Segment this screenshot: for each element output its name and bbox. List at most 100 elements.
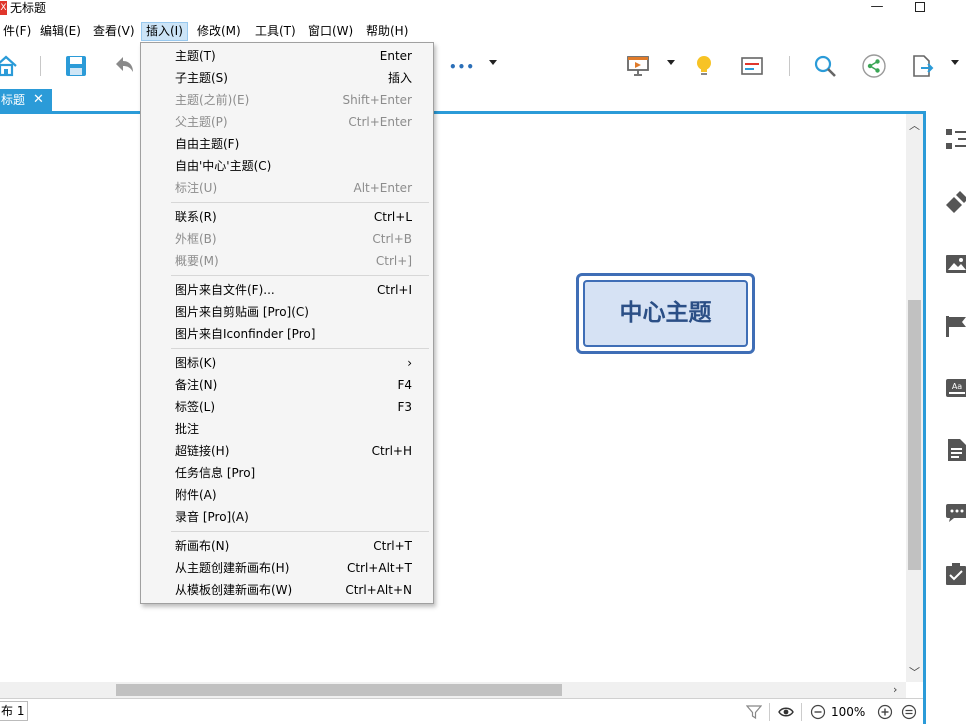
tab-label: 标题 (1, 93, 26, 107)
menu-item-audio-note[interactable]: 录音 [Pro](A) (141, 506, 433, 528)
vertical-scrollbar[interactable]: ︿ ﹀ (906, 114, 923, 682)
zoom-level[interactable]: 100% (831, 703, 865, 721)
menu-item-label: 从模板创建新画布(W) (175, 583, 293, 597)
menu-separator (171, 202, 429, 203)
home-icon[interactable] (0, 54, 18, 78)
search-icon[interactable] (813, 54, 837, 78)
more-dropdown-icon[interactable] (489, 60, 497, 65)
menu-item-parent-topic: 父主题(P) Ctrl+Enter (141, 111, 433, 133)
eye-icon[interactable] (778, 704, 794, 720)
menu-item-comment[interactable]: 批注 (141, 418, 433, 440)
tab-close-icon[interactable]: ✕ (33, 89, 44, 111)
menu-item-image-from-file[interactable]: 图片来自文件(F)... Ctrl+I (141, 279, 433, 301)
menu-item-subtopic[interactable]: 子主题(S) 插入 (141, 67, 433, 89)
menu-separator (171, 275, 429, 276)
menu-item-relationship[interactable]: 联系(R) Ctrl+L (141, 206, 433, 228)
menu-item-shortcut: Shift+Enter (342, 93, 412, 107)
scroll-up-icon[interactable]: ︿ (909, 117, 920, 133)
horizontal-scrollbar[interactable]: › (0, 682, 906, 698)
notes-document-icon[interactable] (946, 439, 966, 461)
menu-item-label: 新画布(N) (175, 539, 230, 553)
sheet-tab[interactable]: 布 1 (0, 701, 28, 721)
menu-item-shortcut: Ctrl+Alt+N (345, 583, 412, 597)
central-topic-label: 中心主题 (583, 280, 748, 347)
presentation-dropdown-icon[interactable] (667, 60, 675, 65)
scroll-right-icon[interactable]: › (893, 682, 897, 698)
outline-view-icon[interactable] (740, 54, 764, 78)
vertical-scroll-thumb[interactable] (908, 300, 921, 570)
menu-item-label: 图片来自Iconfinder [Pro] (175, 327, 316, 341)
menu-window[interactable]: 窗口(W) (304, 22, 357, 41)
menu-file[interactable]: 件(F) (0, 22, 35, 41)
menu-modify[interactable]: 修改(M) (193, 22, 245, 41)
central-topic[interactable]: 中心主题 (576, 273, 755, 354)
menu-item-label: 子主题(S) (175, 71, 228, 85)
scroll-down-icon[interactable]: ﹀ (909, 664, 920, 680)
export-dropdown-icon[interactable] (951, 60, 959, 65)
menu-item-label: 批注 (175, 422, 200, 436)
menu-view[interactable]: 查看(V) (89, 22, 139, 41)
zoom-in-icon[interactable] (877, 704, 893, 720)
export-icon[interactable] (910, 54, 934, 78)
menu-item-hyperlink[interactable]: 超链接(H) Ctrl+H (141, 440, 433, 462)
sticker-label-icon[interactable]: Aa (946, 377, 966, 399)
side-panel: Aa (926, 114, 966, 724)
tab-untitled[interactable]: 标题 ✕ (0, 89, 52, 111)
menu-item-callout: 标注(U) Alt+Enter (141, 177, 433, 199)
app-window: X 无标题 — 件(F) 编辑(E) 查看(V) 插入(I) 修改(M) 工具(… (0, 0, 966, 724)
share-icon[interactable] (862, 54, 886, 78)
menu-item-task-info[interactable]: 任务信息 [Pro] (141, 462, 433, 484)
menu-item-new-sheet[interactable]: 新画布(N) Ctrl+T (141, 535, 433, 557)
menu-item-image-from-iconfinder[interactable]: 图片来自Iconfinder [Pro] (141, 323, 433, 345)
mindmap-canvas[interactable] (0, 114, 906, 682)
zoom-out-icon[interactable] (810, 704, 826, 720)
menu-item-floating-topic[interactable]: 自由主题(F) (141, 133, 433, 155)
filter-icon[interactable] (746, 704, 762, 720)
menu-item-new-sheet-from-template[interactable]: 从模板创建新画布(W) Ctrl+Alt+N (141, 579, 433, 601)
toolbar-separator (789, 56, 790, 76)
menu-item-label: 标注(U) (175, 181, 218, 195)
menu-item-shortcut: Ctrl+L (373, 210, 412, 224)
format-brush-icon[interactable] (946, 191, 966, 213)
menu-item-boundary: 外框(B) Ctrl+B (141, 228, 433, 250)
menu-item-shortcut: Ctrl+B (372, 232, 412, 246)
menu-item-label: 任务信息 [Pro] (175, 466, 256, 480)
insert-menu-dropdown: 主题(T) Enter 子主题(S) 插入 主题(之前)(E) Shift+En… (140, 42, 434, 604)
idea-bulb-icon[interactable] (692, 54, 716, 78)
menu-item-marker[interactable]: 图标(K) › (141, 352, 433, 374)
menu-item-notes[interactable]: 备注(N) F4 (141, 374, 433, 396)
presentation-icon[interactable] (626, 54, 650, 78)
menu-item-attachment[interactable]: 附件(A) (141, 484, 433, 506)
menu-item-shortcut: Ctrl+T (373, 539, 412, 553)
menu-item-label: 图片来自剪贴画 [Pro](C) (175, 305, 309, 319)
menu-insert[interactable]: 插入(I) (141, 22, 188, 41)
undo-icon[interactable] (112, 54, 136, 78)
menu-item-label: 主题(T) (175, 49, 216, 63)
menu-item-summary: 概要(M) Ctrl+] (141, 250, 433, 272)
menu-bar: 件(F) 编辑(E) 查看(V) 插入(I) 修改(M) 工具(T) 窗口(W)… (0, 20, 966, 42)
task-clipboard-icon[interactable] (946, 563, 966, 585)
outline-list-icon[interactable] (946, 128, 966, 150)
image-icon[interactable] (946, 253, 966, 275)
menu-edit[interactable]: 编辑(E) (36, 22, 85, 41)
menu-item-image-from-clipart[interactable]: 图片来自剪贴画 [Pro](C) (141, 301, 433, 323)
menu-item-shortcut: Ctrl+Enter (348, 115, 412, 129)
menu-tools[interactable]: 工具(T) (251, 22, 300, 41)
zoom-menu-icon[interactable] (901, 704, 917, 720)
menu-item-label: 标签(L) (175, 400, 216, 414)
menu-item-new-sheet-from-topic[interactable]: 从主题创建新画布(H) Ctrl+Alt+T (141, 557, 433, 579)
marker-flag-icon[interactable] (946, 315, 966, 337)
menu-item-label-tag[interactable]: 标签(L) F3 (141, 396, 433, 418)
status-bar: 布 1 100% (0, 698, 923, 724)
menu-item-floating-central-topic[interactable]: 自由'中心'主题(C) (141, 155, 433, 177)
title-bar: X 无标题 — (0, 0, 966, 18)
minimize-button[interactable]: — (862, 0, 892, 16)
more-button[interactable]: ••• (449, 60, 475, 74)
menu-item-topic[interactable]: 主题(T) Enter (141, 45, 433, 67)
menu-item-shortcut: 插入 (387, 71, 412, 85)
save-icon[interactable] (64, 54, 88, 78)
comment-bubble-icon[interactable] (946, 501, 966, 523)
menu-help[interactable]: 帮助(H) (362, 22, 412, 41)
horizontal-scroll-thumb[interactable] (116, 684, 562, 696)
maximize-button[interactable] (905, 0, 935, 16)
